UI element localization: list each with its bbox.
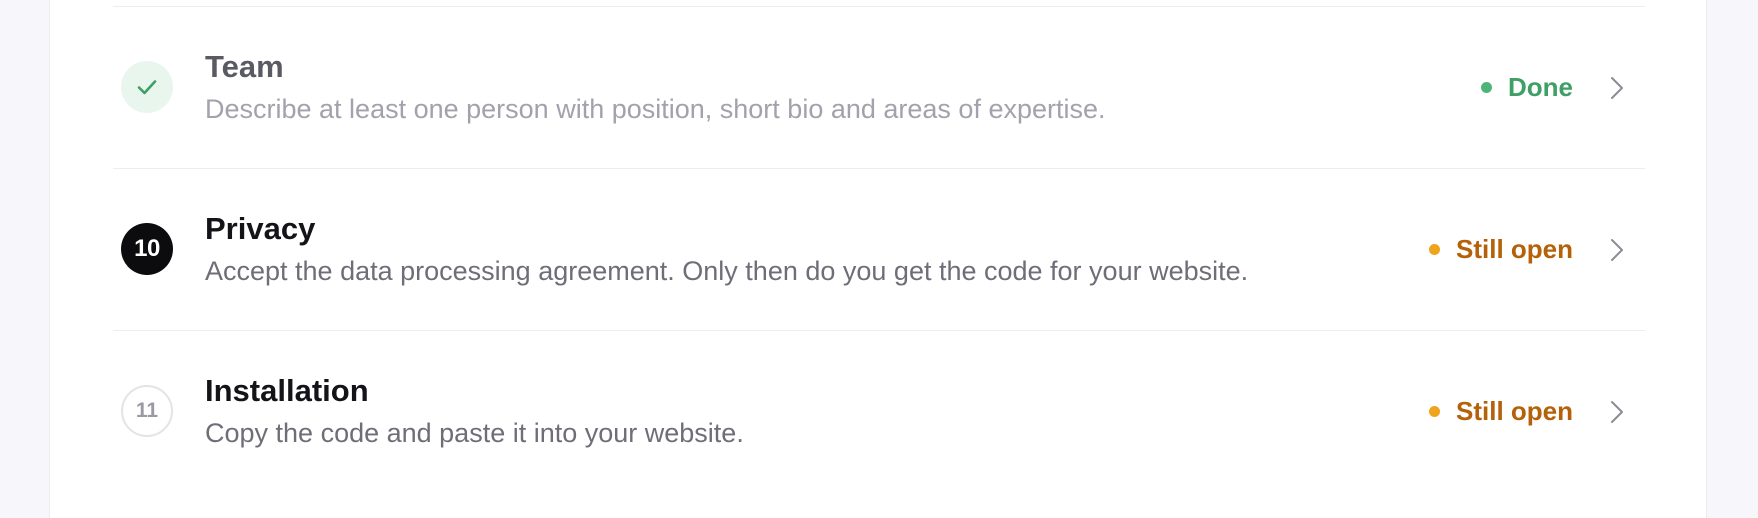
step-done-badge (121, 61, 173, 113)
step-number-badge: 11 (121, 385, 173, 437)
chevron-right-icon[interactable] (1601, 235, 1631, 265)
step-row-installation[interactable]: 11 Installation Copy the code and paste … (113, 330, 1645, 492)
status-label: Still open (1456, 234, 1573, 264)
status-dot (1429, 243, 1440, 255)
step-description: Describe at least one person with positi… (205, 94, 1106, 124)
step-text: Installation Copy the code and paste it … (205, 371, 744, 451)
step-title: Team (205, 49, 284, 84)
onboarding-card: Team Describe at least one person with p… (49, 0, 1707, 518)
status-label: Still open (1456, 396, 1573, 426)
chevron-right-icon[interactable] (1601, 397, 1631, 427)
step-row-privacy[interactable]: 10 Privacy Accept the data processing ag… (113, 168, 1645, 330)
step-description: Copy the code and paste it into your web… (205, 418, 744, 448)
step-row-team[interactable]: Team Describe at least one person with p… (113, 6, 1645, 168)
step-text: Team Describe at least one person with p… (205, 47, 1106, 127)
steps-list: Team Describe at least one person with p… (113, 6, 1645, 492)
status-badge: Done (1481, 69, 1573, 105)
step-text: Privacy Accept the data processing agree… (205, 209, 1248, 289)
check-icon (137, 80, 157, 95)
chevron-right-icon[interactable] (1601, 73, 1631, 103)
status-dot (1429, 405, 1440, 417)
status-badge: Still open (1429, 231, 1573, 267)
step-description: Accept the data processing agreement. On… (205, 256, 1249, 286)
status-label: Done (1508, 72, 1573, 102)
step-number-badge: 10 (121, 223, 173, 275)
step-title: Installation (205, 373, 369, 408)
status-dot (1481, 81, 1492, 93)
status-badge: Still open (1429, 393, 1573, 429)
step-title: Privacy (205, 211, 316, 246)
